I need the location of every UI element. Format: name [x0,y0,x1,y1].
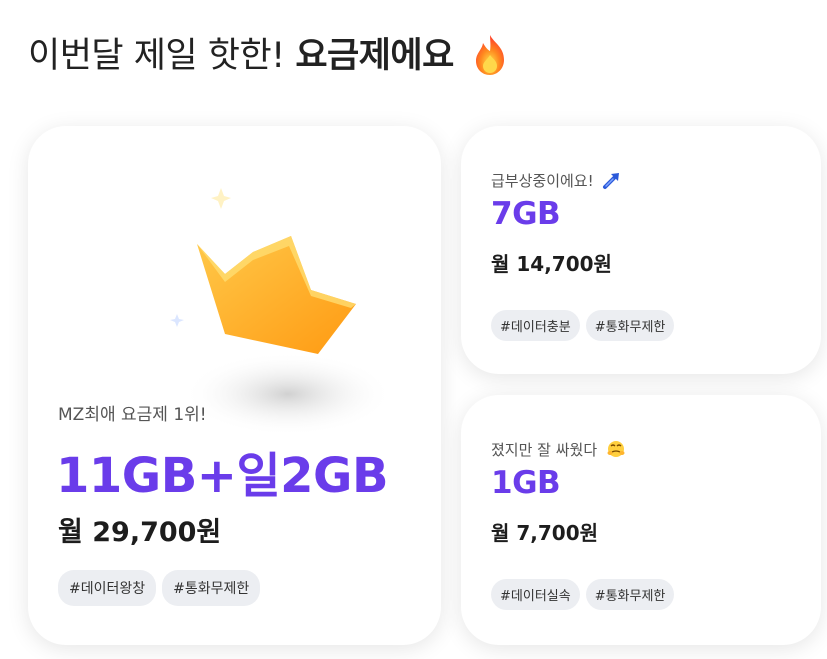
page-title: 이번달 제일 핫한! 요금제에요 [28,32,510,80]
plan-price: 월 29,700원 [58,517,222,548]
title-bold: 요금제에요 [295,36,454,76]
plan-subtitle-text: 졌지만 잘 싸웠다 [491,441,598,459]
plan-data-amount: 11GB+일2GB [56,448,389,504]
plan-card-main[interactable]: MZ최애 요금제 1위! 11GB+일2GB 월 29,700원 #데이터왕창 … [28,126,441,645]
tag-chip[interactable]: #통화무제한 [162,570,261,606]
plan-subtitle: MZ최애 요금제 1위! [58,405,207,425]
plan-price: 월 7,700원 [491,521,599,545]
plan-tags: #데이터실속 #통화무제한 [491,579,675,610]
plan-card-1gb[interactable]: 졌지만 잘 싸웠다 1GB 월 7,700원 #데이터실속 #통화무제한 [461,395,821,645]
fire-icon [476,35,505,75]
tag-chip[interactable]: #데이터실속 [491,579,580,610]
face-icon [607,441,625,457]
plan-subtitle-text: 급부상중이에요! [491,172,594,190]
tag-chip[interactable]: #데이터충분 [491,310,580,341]
plan-subtitle: 급부상중이에요! [491,170,622,191]
plan-data-amount: 1GB [491,465,561,501]
plan-subtitle: 졌지만 잘 싸웠다 [491,439,626,460]
plan-tags: #데이터왕창 #통화무제한 [58,570,261,606]
tag-chip[interactable]: #통화무제한 [585,310,675,341]
tag-chip[interactable]: #통화무제한 [585,579,675,610]
plan-data-amount: 7GB [491,196,561,232]
tag-chip[interactable]: #데이터왕창 [58,570,157,606]
rising-arrow-icon [603,173,620,189]
plan-tags: #데이터충분 #통화무제한 [491,310,675,341]
title-regular: 이번달 제일 핫한! [28,36,285,76]
plan-price: 월 14,700원 [491,252,612,276]
plan-card-7gb[interactable]: 급부상중이에요! 7GB 월 14,700원 #데이터충분 #통화무제한 [461,126,821,374]
